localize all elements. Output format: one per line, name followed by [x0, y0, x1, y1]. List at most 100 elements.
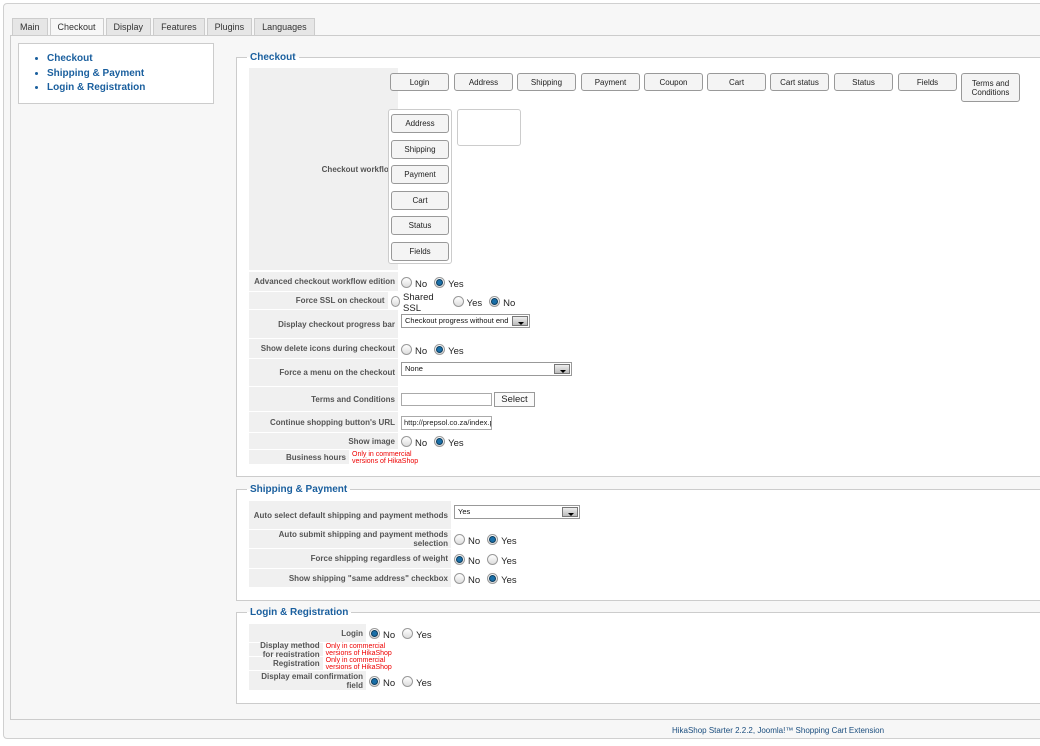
radio-button[interactable]: [454, 573, 465, 584]
same-address-option-label: No: [468, 575, 481, 586]
nav-login-registration[interactable]: Login & Registration: [47, 81, 213, 96]
tab-main[interactable]: Main: [12, 18, 48, 36]
radio-button[interactable]: [452, 295, 464, 307]
progress-bar-value: Checkout progress without end: [398, 310, 530, 339]
force-shipping-label: Force shipping regardless of weight: [249, 549, 451, 569]
tab-plugins[interactable]: Plugins: [206, 18, 253, 36]
workflow-button-cart[interactable]: Cart: [707, 73, 766, 91]
delete-icons-option-yes[interactable]: Yes: [434, 342, 464, 357]
chevron-down-icon[interactable]: [512, 315, 528, 326]
tab-languages[interactable]: Languages: [254, 18, 315, 36]
auto-select-row: Auto select default shipping and payment…: [249, 501, 580, 530]
radio-button[interactable]: [401, 343, 412, 355]
radio-button[interactable]: [487, 534, 499, 545]
workflow-step-cart[interactable]: Cart: [391, 190, 449, 210]
same-address-row: Show shipping "same address" checkbox No Y…: [249, 569, 524, 588]
workflow-button-shipping[interactable]: Shipping: [517, 73, 576, 91]
progress-bar-label: Display checkout progress bar: [249, 310, 398, 339]
force-ssl-option-no[interactable]: No: [489, 294, 515, 309]
same-address-option-no[interactable]: No: [454, 571, 480, 586]
force-menu-value: None: [398, 359, 572, 387]
radio-button[interactable]: [454, 534, 465, 545]
force-shipping-value: No Yes: [451, 549, 524, 569]
same-address-label: Show shipping "same address" checkbox: [249, 569, 451, 588]
radio-button[interactable]: [454, 553, 465, 565]
auto-submit-option-yes[interactable]: Yes: [487, 532, 517, 547]
tab-display[interactable]: Display: [105, 18, 152, 36]
radio-button[interactable]: [402, 628, 414, 639]
email-confirm-option-no[interactable]: No: [369, 674, 395, 689]
radio-button[interactable]: [402, 675, 414, 687]
login-option-label: Yes: [416, 630, 432, 641]
shipping-legend: Shipping & Payment: [250, 484, 348, 495]
radio-button[interactable]: [487, 573, 499, 584]
workflow-button-terms-and-conditions[interactable]: Terms and Conditions: [961, 73, 1020, 102]
registration-row: Registration Only in commercial versions …: [249, 657, 405, 671]
radio-button[interactable]: [434, 343, 446, 355]
progress-bar-select[interactable]: Checkout progress without end: [401, 313, 530, 328]
workflow-step-payment[interactable]: Payment: [391, 165, 449, 184]
workflow-button-coupon[interactable]: Coupon: [644, 73, 703, 91]
chevron-down-icon[interactable]: [554, 364, 570, 374]
show-image-option-no[interactable]: No: [401, 434, 427, 449]
checkout-legend: Checkout: [250, 52, 296, 63]
tab-features[interactable]: Features: [153, 18, 205, 36]
display-method-value: Only in commercial versions of HikaShop: [323, 643, 405, 657]
login-option-no[interactable]: No: [369, 626, 395, 641]
login-option-yes[interactable]: Yes: [402, 626, 432, 641]
registration-note: Only in commercial versions of HikaShop: [325, 657, 392, 671]
radio-button[interactable]: [401, 436, 412, 447]
workflow-step-fields[interactable]: Fields: [391, 241, 449, 261]
auto-submit-value: No Yes: [451, 530, 524, 549]
radio-button[interactable]: [489, 295, 501, 307]
same-address-value: No Yes: [451, 569, 524, 588]
workflow-button-address[interactable]: Address: [454, 73, 513, 91]
continue-url-value: http://prepsol.co.za/index.p: [398, 412, 492, 433]
nav-shipping-payment[interactable]: Shipping & Payment: [47, 67, 213, 82]
radio-button[interactable]: [434, 276, 446, 288]
workflow-button-login[interactable]: Login: [390, 73, 449, 91]
terms-select-button[interactable]: Select: [494, 392, 535, 407]
delete-icons-option-label: Yes: [448, 345, 464, 357]
continue-url-input[interactable]: http://prepsol.co.za/index.p: [401, 415, 492, 430]
force-menu-select[interactable]: None: [401, 362, 572, 376]
auto-select-select[interactable]: Yes: [454, 504, 580, 519]
same-address-option-yes[interactable]: Yes: [487, 571, 517, 586]
terms-input[interactable]: [401, 393, 492, 406]
workflow-button-status[interactable]: Status: [834, 73, 893, 91]
nav-checkout[interactable]: Checkout: [47, 52, 213, 67]
workflow-step-shipping[interactable]: Shipping: [391, 139, 449, 159]
auto-submit-option-no[interactable]: No: [454, 532, 480, 547]
email-confirm-value: No Yes: [366, 671, 439, 691]
workflow-step-status[interactable]: Status: [391, 216, 449, 235]
radio-button[interactable]: [369, 675, 380, 687]
radio-button[interactable]: [487, 553, 499, 565]
force-shipping-option-yes[interactable]: Yes: [487, 552, 517, 567]
force-shipping-option-label: Yes: [501, 555, 517, 567]
radio-button[interactable]: [401, 276, 412, 288]
radio-button[interactable]: [390, 295, 401, 307]
force-ssl-value: Shared SSL Yes No: [388, 292, 523, 314]
show-image-option-yes[interactable]: Yes: [434, 434, 464, 449]
workflow-button-fields[interactable]: Fields: [898, 73, 957, 91]
radio-button[interactable]: [369, 628, 380, 639]
workflow-step-address[interactable]: Address: [391, 114, 449, 133]
workflow-button-payment[interactable]: Payment: [581, 73, 640, 91]
continue-url-row: Continue shopping button's URL http://pre…: [249, 412, 492, 433]
auto-submit-label: Auto submit shipping and payment methods…: [249, 530, 451, 549]
email-confirm-option-label: Yes: [416, 677, 432, 689]
radio-button[interactable]: [434, 436, 446, 447]
force-menu-selected-value: None: [405, 364, 423, 373]
workflow-drop-zone[interactable]: [457, 109, 521, 146]
chevron-down-icon[interactable]: [562, 506, 578, 517]
workflow-button-cart-status[interactable]: Cart status: [770, 73, 829, 91]
delete-icons-value: No Yes: [398, 339, 471, 359]
force-shipping-option-no[interactable]: No: [454, 552, 480, 567]
email-confirm-option-yes[interactable]: Yes: [402, 674, 432, 689]
force-shipping-row: Force shipping regardless of weight No Yes: [249, 549, 524, 569]
delete-icons-option-no[interactable]: No: [401, 342, 427, 357]
display-method-row: Display method for registration Only in c…: [249, 641, 405, 659]
force-menu-label: Force a menu on the checkout: [249, 359, 398, 387]
force-ssl-option-yes[interactable]: Yes: [452, 294, 482, 309]
force-ssl-row: Force SSL on checkout Shared SSL Yes No: [249, 292, 523, 314]
